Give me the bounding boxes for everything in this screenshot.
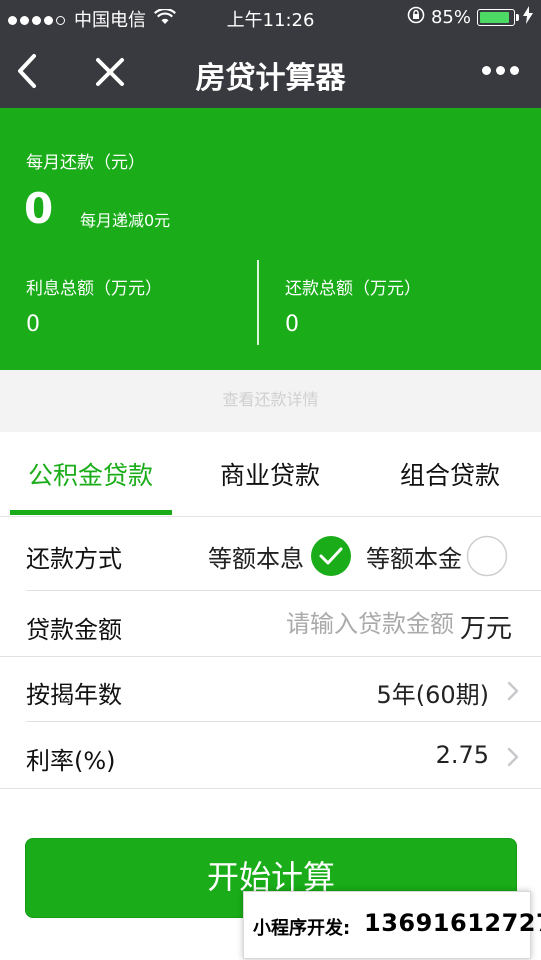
more-dot-icon bbox=[496, 66, 505, 75]
battery-icon bbox=[477, 9, 519, 26]
equal-installment-radio[interactable] bbox=[310, 535, 352, 581]
nav-bar: 房贷计算器 bbox=[0, 36, 541, 108]
monthly-payment-value: 0 bbox=[24, 184, 54, 233]
battery-percent: 85% bbox=[430, 7, 471, 28]
row-divider bbox=[26, 721, 541, 722]
orientation-lock-icon bbox=[407, 6, 425, 29]
repayment-method-row: 还款方式 等额本息 等额本金 bbox=[0, 519, 541, 591]
status-bar: 中国电信 上午11:26 85% bbox=[0, 0, 541, 36]
chevron-right-icon bbox=[507, 747, 519, 767]
more-options-button[interactable] bbox=[477, 66, 519, 75]
summary-divider bbox=[257, 260, 259, 345]
interest-rate-label: 利率(%) bbox=[26, 747, 116, 775]
more-dot-icon bbox=[482, 66, 491, 75]
loan-amount-row: 贷款金额 万元 bbox=[0, 592, 541, 657]
status-right: 85% bbox=[407, 6, 533, 29]
total-repayment-label: 还款总额（万元） bbox=[285, 279, 421, 299]
empty-circle-icon bbox=[466, 535, 508, 577]
total-interest-label: 利息总额（万元） bbox=[26, 279, 162, 299]
mortgage-years-value: 5年(60期) bbox=[376, 681, 489, 709]
loan-amount-label: 贷款金额 bbox=[26, 616, 122, 644]
row-divider bbox=[0, 656, 541, 657]
equal-installment-option-label[interactable]: 等额本息 bbox=[208, 539, 304, 574]
loan-amount-input[interactable] bbox=[262, 606, 456, 642]
total-interest-value: 0 bbox=[26, 312, 40, 337]
repayment-method-label: 还款方式 bbox=[26, 545, 122, 573]
view-repayment-details-link[interactable]: 查看还款详情 bbox=[0, 370, 541, 432]
checkmark-circle-icon bbox=[311, 536, 351, 576]
contact-label: 小程序开发: bbox=[253, 918, 351, 939]
loan-amount-unit: 万元 bbox=[460, 614, 513, 644]
tab-combined-loan[interactable]: 组合贷款 bbox=[400, 456, 500, 492]
equal-principal-option-label[interactable]: 等额本金 bbox=[366, 539, 462, 574]
charging-icon bbox=[523, 6, 533, 29]
monthly-payment-label: 每月还款（元） bbox=[26, 153, 145, 173]
row-divider bbox=[26, 590, 541, 591]
tab-provident-fund-loan[interactable]: 公积金贷款 bbox=[28, 456, 153, 492]
developer-contact-box: 小程序开发: 13691612727 bbox=[243, 891, 541, 959]
active-tab-indicator bbox=[10, 510, 172, 515]
mortgage-years-label: 按揭年数 bbox=[26, 681, 122, 709]
equal-principal-radio[interactable] bbox=[466, 535, 508, 581]
contact-phone: 13691612727 bbox=[364, 909, 541, 937]
monthly-decrease-text: 每月递减0元 bbox=[80, 211, 171, 230]
interest-rate-value: 2.75 bbox=[435, 741, 489, 769]
tab-commercial-loan[interactable]: 商业贷款 bbox=[220, 456, 320, 492]
loan-type-tabs: 公积金贷款 商业贷款 组合贷款 bbox=[0, 432, 541, 517]
page-title: 房贷计算器 bbox=[195, 61, 346, 96]
chevron-right-icon bbox=[507, 681, 519, 701]
row-divider bbox=[0, 788, 541, 789]
interest-rate-row[interactable]: 利率(%) 2.75 bbox=[0, 723, 541, 789]
mortgage-years-row[interactable]: 按揭年数 5年(60期) bbox=[0, 658, 541, 722]
more-dot-icon bbox=[510, 66, 519, 75]
result-summary-panel: 每月还款（元） 0 每月递减0元 利息总额（万元） 0 还款总额（万元） 0 bbox=[0, 108, 541, 370]
total-repayment-value: 0 bbox=[285, 312, 299, 337]
